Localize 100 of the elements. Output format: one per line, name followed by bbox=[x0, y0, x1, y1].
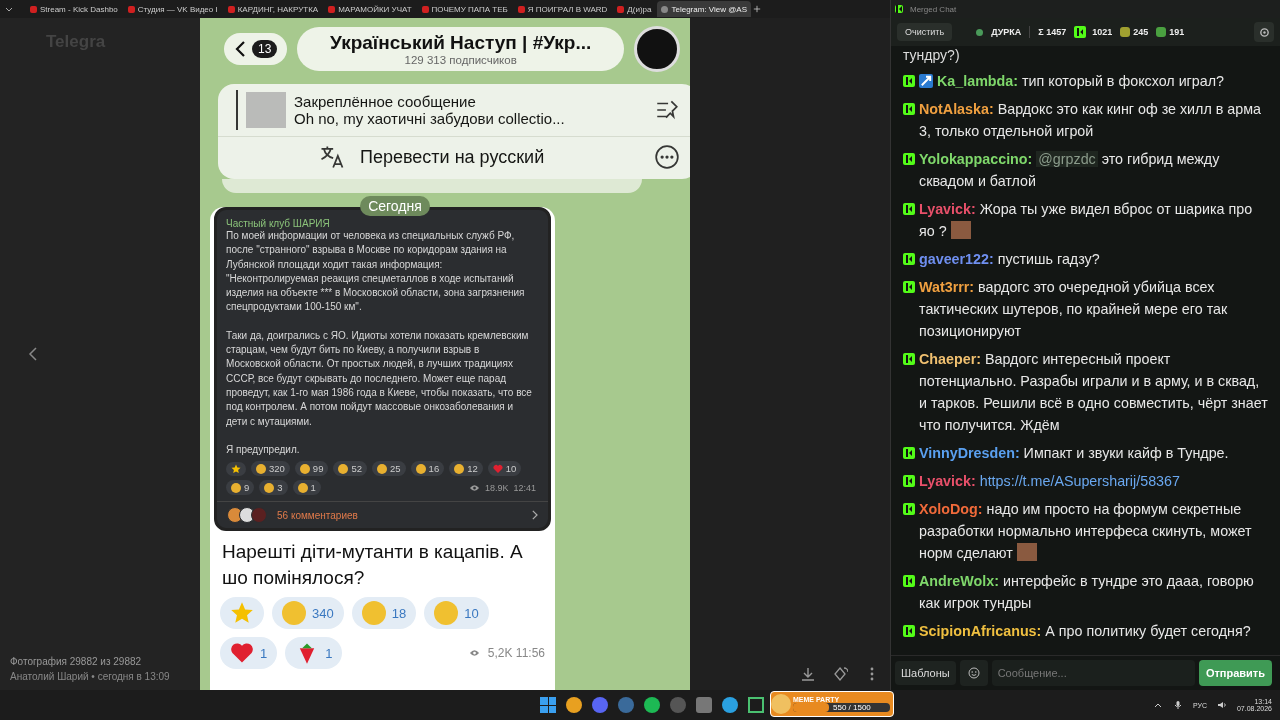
kick-logo-icon bbox=[903, 281, 915, 293]
settings-button[interactable] bbox=[1254, 22, 1274, 42]
chat-message: Lyavick: https://t.me/ASupersharij/58367 bbox=[919, 472, 1181, 491]
download-icon[interactable] bbox=[800, 666, 816, 682]
chevron-left-icon bbox=[234, 40, 246, 58]
reaction-chip[interactable]: 3 bbox=[259, 480, 288, 496]
browser-tab[interactable]: Telegram: View @AS bbox=[657, 1, 752, 17]
message-meta: 5,2K 11:56 bbox=[487, 646, 545, 661]
microphone-icon[interactable] bbox=[1172, 700, 1183, 710]
more-icon[interactable] bbox=[654, 144, 680, 170]
emoji-icon bbox=[361, 601, 386, 626]
emoji-icon bbox=[256, 463, 266, 474]
settings-icon bbox=[1258, 26, 1270, 38]
kick-logo-icon bbox=[903, 103, 915, 115]
tab-favicon-icon bbox=[127, 5, 135, 13]
emote-icon bbox=[1120, 27, 1131, 37]
channel-name: ДУРКА bbox=[991, 27, 1022, 37]
reaction-chip[interactable]: 320 bbox=[251, 461, 290, 477]
eye-icon bbox=[468, 649, 480, 658]
reaction-chip[interactable]: 1 bbox=[220, 637, 278, 670]
progress-track: 550 / 1500 bbox=[793, 703, 890, 712]
rotate-icon[interactable] bbox=[832, 666, 848, 682]
chat-message: Wat3rrr: вардогс это очередной убийца всех тактических шутеров, по крайней мере его так позиционируют bbox=[919, 278, 1229, 341]
viewer-count: 1021 bbox=[1092, 27, 1113, 37]
reaction-chip[interactable]: 9 bbox=[226, 480, 255, 496]
pinned-thumbnail bbox=[246, 92, 286, 128]
translate-button[interactable]: Перевести на русский bbox=[360, 146, 640, 168]
post-meta: 18.9K 12:41 bbox=[484, 482, 536, 493]
emoji-icon bbox=[454, 463, 465, 474]
heart-icon bbox=[492, 463, 503, 474]
browser-tab[interactable]: Я ПОИГРАЛ В WARD bbox=[513, 1, 612, 17]
emoji-button[interactable] bbox=[959, 660, 988, 686]
windows-start-icon[interactable] bbox=[540, 697, 556, 713]
kick-logo-icon bbox=[903, 625, 915, 637]
chat-message: ScipionAfricanus: А про политику будет сегодня? bbox=[919, 622, 1252, 641]
chat-message: AndreWolx: интерфейс в тундре это дааа, говорю как игрок тундры bbox=[919, 572, 1255, 613]
reaction-chip[interactable]: 340 bbox=[272, 597, 344, 630]
star-icon bbox=[230, 601, 254, 626]
kick-logo-icon bbox=[903, 153, 915, 165]
chat-message: VinnyDresden: Импакт и звуки кайф в Тундре. bbox=[919, 444, 1230, 463]
kick-logo-icon bbox=[903, 353, 915, 365]
channel-avatar[interactable] bbox=[634, 26, 680, 72]
reaction-chip[interactable] bbox=[226, 461, 246, 476]
reaction-chip[interactable]: 25 bbox=[372, 461, 406, 477]
tab-favicon-icon bbox=[517, 5, 525, 13]
chat-message: Lyavick: Жора ты уже видел вброс от шарика про яо ? bbox=[919, 200, 1254, 241]
clear-button[interactable]: Очистить bbox=[897, 23, 953, 41]
browser-tab[interactable]: Студия — VK Видео I bbox=[123, 1, 222, 17]
tab-favicon-icon bbox=[30, 5, 37, 13]
chat-message: gaveer122: пустишь гадзу? bbox=[919, 250, 1101, 269]
kick-logo-icon bbox=[895, 5, 903, 13]
emoji-icon bbox=[264, 482, 275, 493]
new-tab-icon[interactable] bbox=[753, 5, 762, 13]
back-button[interactable]: 13 bbox=[224, 33, 288, 65]
post-paragraph: По моей информации от человека из специальных служб РФ, после "странного" взрыва в Москве по коридорам здания на Лубянской площади ходит такая информация: "Неконтролируемая реакция спецметаллов в ходе испытаний изделия на объекте *** в Московской области, зона загрязнения спецпродуктами 100-150 км". bbox=[226, 230, 526, 315]
post-source: Частный клуб ШАРИЯ bbox=[226, 218, 331, 229]
star-icon bbox=[231, 463, 241, 474]
chat-message: Yolokappaccino: @grpzdc это гибрид между сквадом и батлой bbox=[919, 150, 1221, 191]
channel-title-pill[interactable]: Український Наступ | #Укр... 129 313 подписчиков bbox=[297, 27, 624, 71]
app-icon[interactable] bbox=[748, 697, 764, 713]
kick-logo-icon bbox=[903, 447, 915, 459]
reaction-chip[interactable]: 16 bbox=[410, 461, 445, 477]
message-link[interactable]: https://t.me/ASupersharij/58367 bbox=[979, 473, 1180, 489]
tab-favicon-icon bbox=[617, 5, 625, 13]
browser-tab[interactable]: Д(и)ра bbox=[613, 1, 656, 17]
reaction-chip[interactable]: 52 bbox=[333, 461, 367, 477]
reaction-chip[interactable]: 18 bbox=[351, 597, 417, 630]
chat-message: NotAlaska: Вардокс это как кинг оф зе хилл в арма 3, только отдельной игрой bbox=[919, 100, 1262, 141]
mention[interactable]: @grpzdc bbox=[1036, 151, 1098, 167]
chat-message: XoloDog: надо им просто на формум секретные разработки нормально интерфеса скинуть, может норм сделают bbox=[919, 500, 1253, 563]
comments-row[interactable]: 56 комментариев bbox=[217, 501, 548, 529]
viewer-count: 191 bbox=[1169, 27, 1185, 37]
send-button[interactable]: Отправить bbox=[1198, 660, 1272, 686]
browser-tab[interactable]: МАРАМОЙКИ УЧАТ bbox=[324, 1, 416, 17]
message-input[interactable]: Сообщение... bbox=[991, 660, 1195, 686]
chat-message: тундру?) bbox=[903, 46, 961, 64]
commenter-avatars bbox=[227, 507, 263, 524]
viewer-count: Σ 1457 bbox=[1038, 27, 1067, 37]
browser-tab[interactable]: ПОЧЕМУ ПАПА ТЕБ bbox=[417, 1, 512, 17]
reaction-chip[interactable]: 10 bbox=[487, 461, 522, 477]
tab-favicon-icon bbox=[661, 5, 669, 13]
post-paragraph: Я предупредил. bbox=[226, 442, 301, 457]
browser-tab[interactable]: КАРДИНГ, НАКРУТКА bbox=[223, 1, 323, 17]
reaction-chip[interactable]: 10 bbox=[424, 597, 489, 630]
templates-button[interactable]: Шаблоны bbox=[895, 661, 956, 685]
browser-tab[interactable]: Stream - Kick Dashbo bbox=[26, 1, 122, 17]
kick-logo-icon bbox=[903, 575, 915, 587]
emoji-icon bbox=[415, 463, 426, 474]
kick-logo-icon bbox=[903, 203, 915, 215]
viewer-count: 245 bbox=[1133, 27, 1149, 37]
reaction-chip[interactable]: 99 bbox=[294, 461, 329, 477]
reaction-chip[interactable]: 12 bbox=[449, 461, 483, 477]
photo-caption: Фотография 29882 из 29882 bbox=[10, 656, 143, 667]
speaker-icon[interactable] bbox=[1216, 700, 1227, 710]
chat-message: Chaeper: Вардогс интересный проект потенциально. Разрабы играли и в арму, и в сквад, и тарков. Решили всё в одно совместить, чёрт знает что получится. Ждём bbox=[919, 350, 1269, 435]
reaction-chip[interactable]: 1 bbox=[285, 637, 343, 670]
status-dot-icon bbox=[976, 28, 984, 36]
reaction-chip[interactable]: 1 bbox=[292, 480, 321, 496]
date-pill: Сегодня bbox=[360, 196, 430, 216]
emoji-icon bbox=[297, 482, 308, 493]
